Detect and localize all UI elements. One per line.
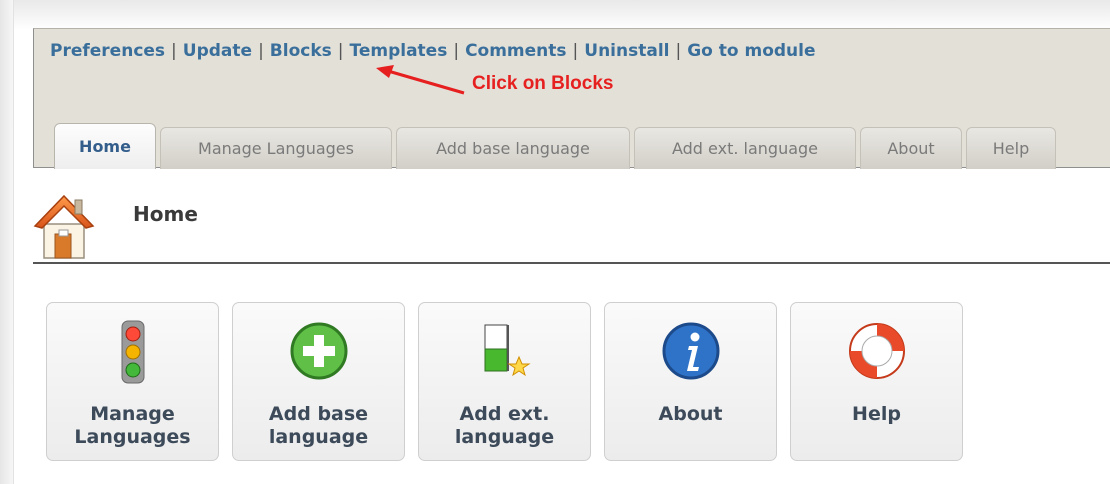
tile-label: Manage Languages [74, 403, 191, 448]
left-strip [0, 0, 14, 484]
tab-home[interactable]: Home [54, 123, 156, 169]
link-separator: | [453, 41, 460, 61]
tab-label: Help [992, 139, 1030, 158]
link-separator: | [337, 41, 344, 61]
traffic-light-icon [121, 320, 144, 384]
page-title-row: Home [33, 190, 1110, 264]
tile-about[interactable]: About [604, 302, 777, 461]
page-title: Home [133, 202, 198, 226]
module-header: Preferences | Update | Blocks | Templates | Comm… [33, 28, 1110, 169]
annotation-arrow-icon [376, 65, 465, 95]
info-icon [662, 322, 719, 380]
tab-add-base-language[interactable]: Add base language [396, 127, 630, 169]
tab-bar: Home Manage Languages Add base language … [54, 122, 1060, 169]
tile-label: Add ext. language [454, 403, 555, 448]
tile-label: Help [852, 403, 901, 425]
link-templates[interactable]: Templates [350, 41, 448, 61]
tab-label: Add ext. language [671, 139, 819, 158]
tile-add-ext-language[interactable]: Add ext. language [418, 302, 591, 461]
tile-manage-languages[interactable]: Manage Languages [46, 302, 219, 461]
link-separator: | [171, 41, 177, 61]
link-update[interactable]: Update [183, 41, 252, 61]
home-icon [33, 194, 95, 259]
link-blocks[interactable]: Blocks [270, 41, 332, 61]
link-separator: | [258, 41, 264, 61]
tab-manage-languages[interactable]: Manage Languages [160, 127, 392, 169]
tile-label: Add base language [268, 403, 369, 448]
tile-label: About [658, 403, 723, 425]
tab-add-ext-language[interactable]: Add ext. language [634, 127, 856, 169]
tab-label: Manage Languages [198, 139, 354, 158]
tile-add-base-language[interactable]: Add base language [232, 302, 405, 461]
tab-about[interactable]: About [860, 127, 962, 169]
link-go-to-module[interactable]: Go to module [687, 41, 815, 61]
tab-label: Add base language [436, 139, 590, 158]
link-preferences[interactable]: Preferences [50, 41, 165, 61]
page: Preferences | Update | Blocks | Templates | Comm… [0, 0, 1110, 484]
link-separator: | [675, 41, 682, 61]
tile-help[interactable]: Help [790, 302, 963, 461]
add-extension-icon [484, 324, 531, 377]
tab-label: About [887, 139, 935, 158]
green-plus-icon [290, 322, 347, 380]
lifebuoy-icon [848, 323, 905, 379]
tab-label: Home [79, 137, 131, 156]
module-admin-links: Preferences | Update | Blocks | Templates | Comm… [50, 41, 816, 61]
tab-help[interactable]: Help [966, 127, 1056, 169]
link-uninstall[interactable]: Uninstall [584, 41, 669, 61]
link-comments[interactable]: Comments [465, 41, 566, 61]
link-separator: | [572, 41, 579, 61]
annotation-text: Click on Blocks [472, 73, 614, 94]
